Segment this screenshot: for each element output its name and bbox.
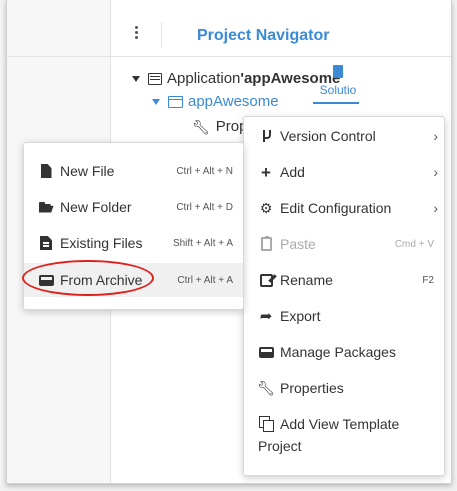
menu-item-paste[interactable]: Paste Cmd + V	[244, 233, 444, 255]
add-submenu: New File Ctrl + Alt + N New Folder Ctrl …	[23, 142, 244, 310]
tab-solution-label: Solutio	[319, 83, 357, 97]
menu-item-existing-files[interactable]: Existing Files Shift + Alt + A	[24, 231, 243, 255]
shortcut-new-folder: Ctrl + Alt + D	[176, 201, 233, 213]
menu-item-rename[interactable]: Rename F2	[244, 269, 444, 291]
project-icon	[168, 95, 183, 108]
menu-item-add-view-template[interactable]: Add View Template Project	[244, 413, 444, 457]
menu-item-from-archive[interactable]: From Archive Ctrl + Alt + A	[24, 263, 243, 297]
template-icon	[258, 415, 274, 432]
inbox-icon	[258, 344, 274, 360]
chevron-right-icon: ›	[433, 200, 438, 216]
page-title: Project Navigator	[197, 27, 330, 44]
kebab-menu-icon[interactable]	[135, 26, 139, 40]
shortcut-paste: Cmd + V	[394, 238, 434, 250]
application-prefix: Application	[167, 70, 241, 87]
menu-item-properties[interactable]: 🔧︎ Properties	[244, 377, 444, 399]
shortcut-existing-files: Shift + Alt + A	[172, 237, 233, 249]
context-menu: Version Control › + Add › ⚙︎ Edit Config…	[243, 116, 445, 476]
tab-solution[interactable]: Solutio	[313, 65, 363, 104]
files-icon	[38, 235, 54, 251]
shortcut-rename: F2	[422, 274, 434, 286]
caret-down-icon[interactable]	[132, 75, 140, 82]
tab-active-indicator	[313, 102, 359, 104]
wrench-icon: 🔧︎	[192, 118, 210, 135]
plus-icon: +	[261, 162, 271, 182]
menu-item-edit-configuration[interactable]: ⚙︎ Edit Configuration ›	[244, 197, 444, 219]
rename-icon	[258, 272, 274, 288]
menu-item-new-folder[interactable]: New Folder Ctrl + Alt + D	[24, 195, 243, 219]
branch-icon	[258, 128, 274, 144]
menu-item-new-file[interactable]: New File Ctrl + Alt + N	[24, 159, 243, 183]
project-label: appAwesome	[188, 93, 279, 110]
chevron-right-icon: ›	[433, 128, 438, 144]
export-icon: ➦︎	[259, 307, 273, 325]
tree-node-project[interactable]: appAwesome	[152, 93, 279, 110]
archive-icon	[38, 272, 54, 288]
chevron-right-icon: ›	[433, 164, 438, 180]
file-icon	[38, 163, 54, 179]
wrench-icon: 🔧︎	[257, 380, 275, 396]
caret-down-icon[interactable]	[152, 98, 160, 105]
application-icon	[148, 72, 162, 85]
screenshot-frame: Project Navigator Application 'appAwesom…	[0, 0, 457, 491]
left-pane-header	[7, 0, 110, 57]
menu-item-manage-packages[interactable]: Manage Packages	[244, 341, 444, 363]
gears-icon: ⚙︎	[259, 200, 273, 216]
menu-item-export[interactable]: ➦︎ Export	[244, 305, 444, 327]
folder-open-icon	[38, 199, 54, 215]
menu-item-add[interactable]: + Add ›	[244, 161, 444, 183]
shortcut-from-archive: Ctrl + Alt + A	[177, 274, 233, 286]
paste-icon	[258, 236, 274, 252]
navigator-header: Project Navigator	[111, 0, 451, 57]
document-icon	[333, 65, 343, 78]
ide-window: Project Navigator Application 'appAwesom…	[6, 0, 452, 484]
shortcut-new-file: Ctrl + Alt + N	[176, 165, 233, 177]
tree-node-properties[interactable]: 🔧︎ Prop	[192, 118, 247, 135]
menu-item-version-control[interactable]: Version Control ›	[244, 125, 444, 147]
header-divider	[161, 22, 162, 48]
